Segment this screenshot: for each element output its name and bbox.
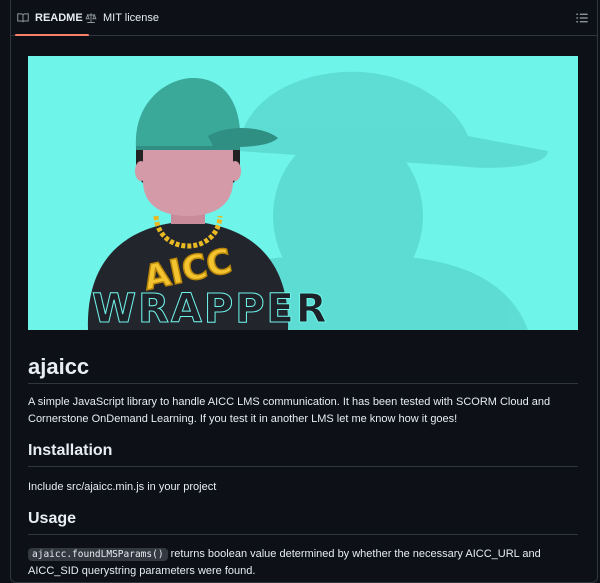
list-unordered-icon[interactable] <box>575 11 589 25</box>
installation-heading: Installation <box>28 442 113 459</box>
tab-bar: README MIT license <box>11 0 597 36</box>
book-icon <box>17 12 29 22</box>
installation-text: Include src/ajaicc.min.js in your projec… <box>28 481 217 493</box>
readme-content: AICC WRAPPER ajaicc A simple JavaScript … <box>28 56 578 577</box>
usage-heading: Usage <box>28 510 77 527</box>
tab-license[interactable]: MIT license <box>85 0 159 35</box>
tab-readme[interactable]: README <box>15 0 89 36</box>
readme-panel: README MIT license AICC WRAPPER ajaicc A… <box>10 0 598 583</box>
aicc-wrapper-illustration: AICC WRAPPER <box>28 56 578 330</box>
intro-text: A simple JavaScript library to handle AI… <box>28 396 551 425</box>
banner-image: AICC WRAPPER <box>28 56 578 330</box>
installation-divider <box>28 466 578 467</box>
readme-title: ajaicc <box>28 354 90 379</box>
title-divider <box>28 383 578 384</box>
wordmark-text: WRAPPER <box>92 286 329 330</box>
tab-readme-label: README <box>35 11 83 24</box>
usage-paragraph: ajaicc.foundLMSParams() returns boolean … <box>28 546 578 580</box>
usage-divider <box>28 534 578 535</box>
usage-code: ajaicc.foundLMSParams() <box>28 548 168 561</box>
law-icon <box>85 12 97 23</box>
tab-license-label: MIT license <box>103 11 160 24</box>
